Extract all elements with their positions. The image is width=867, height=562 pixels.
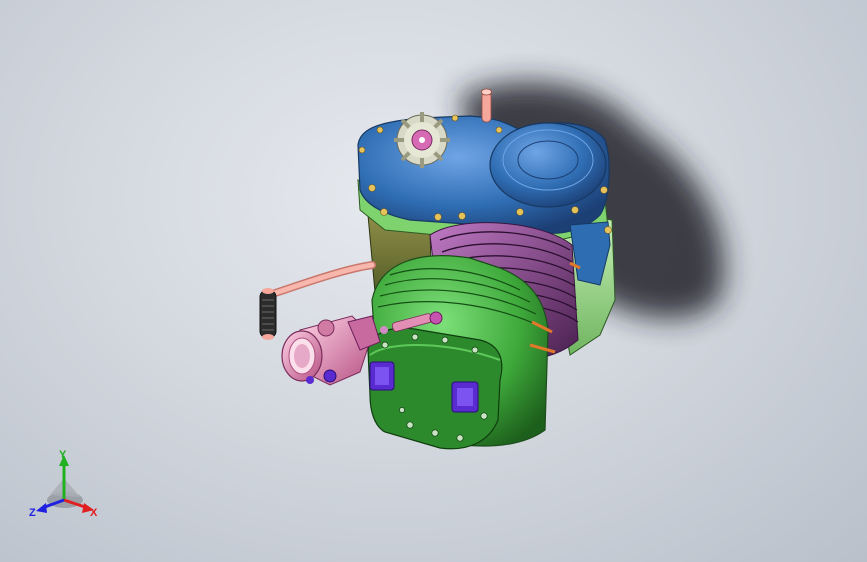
graphics-viewport[interactable]: Y X Z: [0, 0, 867, 562]
fuel-filter: [259, 288, 277, 340]
triad-x-label: X: [90, 507, 98, 519]
engine-model[interactable]: [259, 88, 616, 450]
reference-triad: Y X Z: [29, 449, 98, 519]
carburetor[interactable]: [281, 315, 381, 386]
breather-tube: [481, 88, 492, 123]
triad-y-label: Y: [59, 449, 67, 461]
model-canvas[interactable]: Y X Z: [0, 0, 867, 562]
cylinder-head: [367, 327, 503, 450]
triad-z-label: Z: [29, 507, 36, 519]
clutch-cover: [489, 122, 607, 208]
drive-sprocket[interactable]: [394, 112, 450, 168]
